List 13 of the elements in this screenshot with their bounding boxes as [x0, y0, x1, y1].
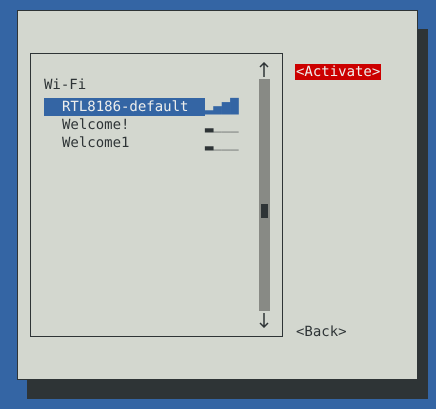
network-item[interactable]: Welcome1	[44, 134, 205, 152]
network-item[interactable]: Welcome!	[44, 116, 205, 134]
up-arrow-icon[interactable]	[259, 62, 269, 78]
list-heading: Wi-Fi	[44, 76, 88, 94]
network-item[interactable]: RTL8186-default	[44, 98, 205, 116]
scrollbar-track[interactable]	[258, 79, 270, 311]
dialog-button[interactable]: <Activate>	[295, 64, 382, 80]
scrollbar-thumb[interactable]	[260, 204, 268, 218]
signal-strength: ▂___	[205, 134, 239, 152]
down-arrow-icon[interactable]	[259, 312, 269, 328]
signal-strength: ▂▄▆█	[205, 98, 239, 116]
dialog-button[interactable]: <Back>	[295, 324, 348, 340]
signal-strength: ▂___	[205, 116, 239, 134]
